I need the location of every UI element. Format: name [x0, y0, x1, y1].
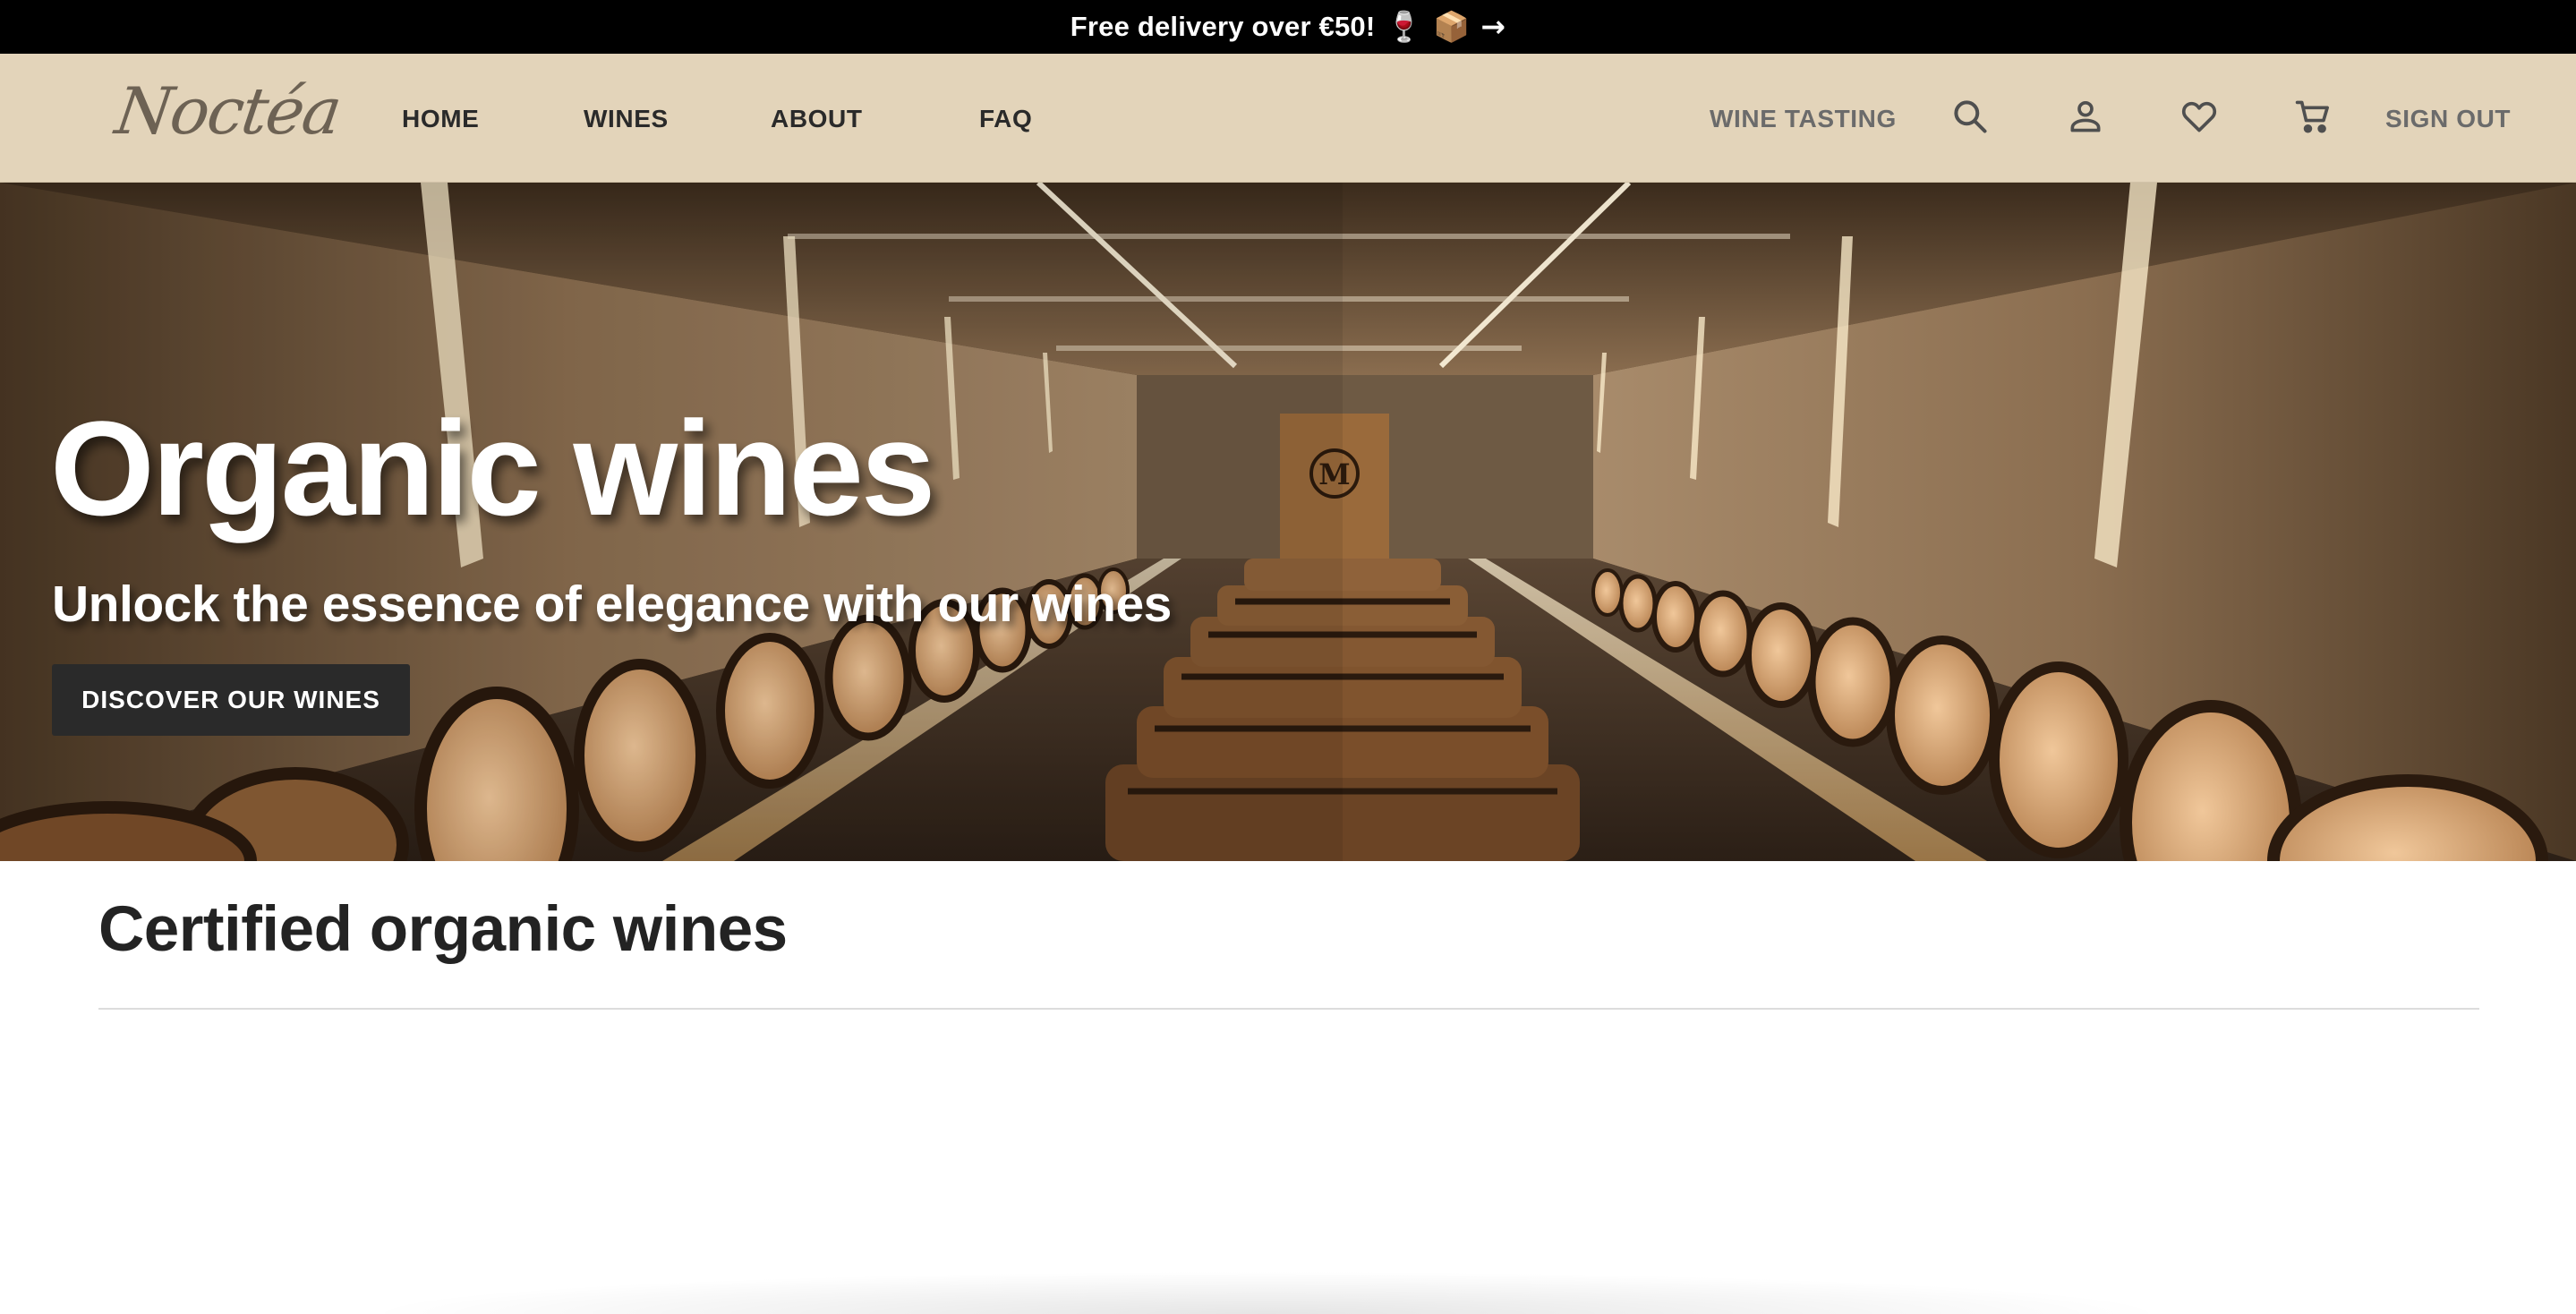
hero-title: Organic wines [50, 393, 935, 543]
heart-icon[interactable] [2178, 95, 2221, 138]
hero-subtitle: Unlock the essence of elegance with our … [52, 576, 1172, 633]
nav-about[interactable]: ABOUT [771, 104, 863, 134]
user-icon[interactable] [2064, 95, 2107, 138]
announcement-emoji: 🍷 📦 → [1386, 9, 1506, 44]
section-divider [98, 1008, 2479, 1010]
nav-faq[interactable]: FAQ [979, 104, 1032, 134]
cart-icon[interactable] [2291, 95, 2334, 138]
search-icon[interactable] [1949, 95, 1992, 138]
content-shadow [358, 1271, 2175, 1314]
sign-out-link[interactable]: SIGN OUT [2385, 104, 2511, 134]
announcement-text: Free delivery over €50! [1070, 11, 1376, 42]
nav-wine-tasting[interactable]: WINE TASTING [1710, 104, 1897, 134]
hero-banner: M Organic wines Unlock the essence of el… [0, 183, 2576, 861]
announcement-bar: Free delivery over €50! 🍷 📦 → [0, 0, 2576, 54]
nav-home[interactable]: HOME [402, 104, 479, 134]
brand-logo[interactable]: Noctéa [111, 73, 345, 149]
nav-wines[interactable]: WINES [584, 104, 669, 134]
section-title: Certified organic wines [98, 894, 788, 965]
announcement-link[interactable]: Free delivery over €50! 🍷 📦 → [1070, 9, 1506, 45]
discover-wines-button[interactable]: DISCOVER OUR WINES [52, 664, 410, 736]
